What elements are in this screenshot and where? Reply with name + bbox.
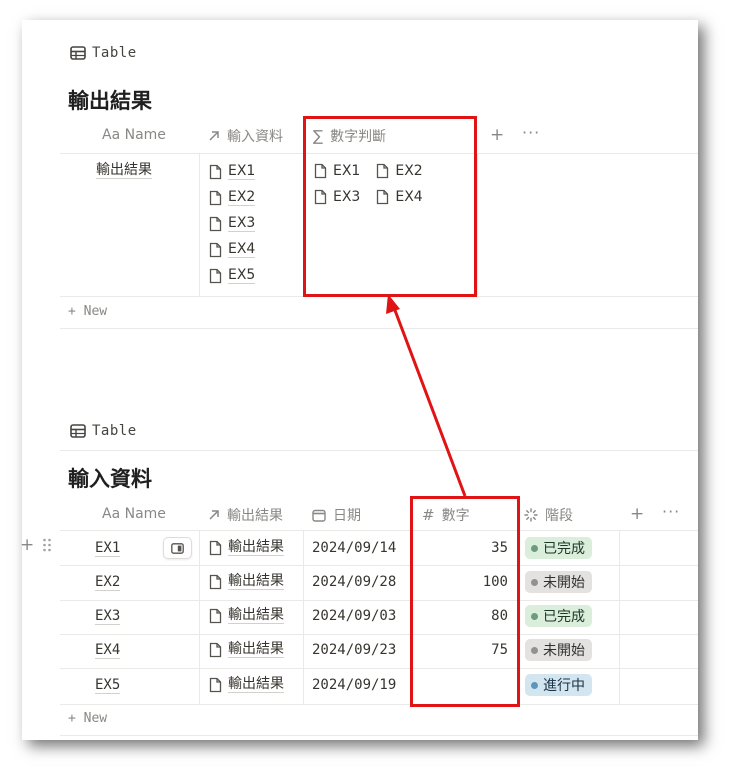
screenshot-card: Table 輸出結果 Aa Name 輸入資料 ∑ 數字判斷 + ··· 輸出結… xyxy=(20,20,698,740)
annotation-arrow xyxy=(386,294,467,497)
arrow-head-icon xyxy=(386,294,400,314)
